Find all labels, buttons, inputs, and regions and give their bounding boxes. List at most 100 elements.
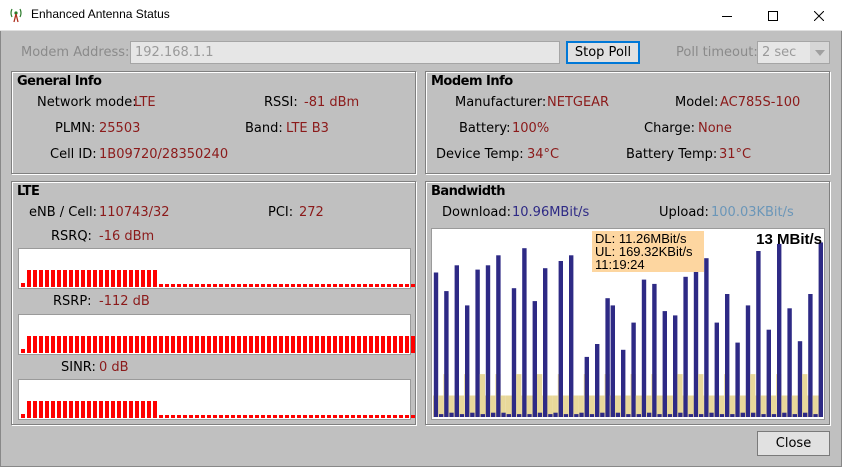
- chart-tooltip: DL: 11.26MBit/s UL: 169.32KBit/s 11:19:2…: [592, 231, 704, 272]
- signal-bar: [303, 415, 307, 418]
- signal-bar: [351, 336, 355, 353]
- signal-bar: [345, 415, 349, 418]
- download-bar: [475, 269, 480, 417]
- rsrp-bars: [21, 336, 417, 353]
- download-bar: [745, 305, 751, 417]
- download-bar: [725, 294, 730, 417]
- signal-bar: [369, 284, 373, 287]
- signal-bar: [159, 415, 163, 418]
- close-button[interactable]: Close: [757, 431, 830, 456]
- signal-bar: [351, 284, 355, 287]
- signal-bar: [93, 270, 97, 287]
- upload-value: 100.03KBit/s: [711, 205, 794, 220]
- signal-bar: [381, 415, 385, 418]
- signal-bar: [357, 415, 361, 418]
- download-bar: [683, 276, 688, 417]
- upload-bar: [526, 395, 532, 417]
- signal-bar: [69, 336, 73, 353]
- poll-timeout-select[interactable]: 2 sec: [757, 41, 830, 64]
- signal-bar: [153, 336, 157, 353]
- bandwidth-chart: DL: 11.26MBit/s UL: 169.32KBit/s 11:19:2…: [431, 228, 825, 420]
- signal-bar: [369, 336, 373, 353]
- modem-address-input[interactable]: 192.168.1.1: [130, 41, 560, 64]
- rsrp-label: RSRP:: [53, 294, 92, 309]
- signal-bar: [99, 270, 103, 287]
- download-bar: [777, 243, 782, 417]
- signal-bar: [33, 336, 37, 353]
- signal-bar: [105, 270, 109, 287]
- download-bar: [569, 255, 574, 417]
- signal-bar: [345, 336, 349, 353]
- signal-bar: [207, 336, 211, 353]
- upload-bar: [677, 374, 683, 417]
- signal-bar: [141, 401, 145, 418]
- signal-bar: [279, 415, 283, 418]
- manufacturer-value: NETGEAR: [547, 95, 610, 110]
- upload-bar: [729, 395, 735, 417]
- general-info-title: General Info: [17, 74, 102, 89]
- download-bar: [439, 414, 444, 417]
- minimize-icon: [722, 15, 732, 17]
- close-icon: [814, 10, 824, 21]
- download-bar: [563, 414, 569, 417]
- signal-bar: [279, 284, 283, 287]
- download-bar: [714, 322, 719, 417]
- signal-bar: [363, 284, 367, 287]
- signal-bar: [225, 284, 229, 287]
- signal-bar: [81, 336, 85, 353]
- upload-bar: [438, 395, 444, 417]
- plmn-value: 25503: [99, 121, 141, 136]
- manufacturer-label: Manufacturer:: [455, 95, 547, 110]
- signal-bar: [261, 336, 265, 353]
- signal-bar: [297, 284, 301, 287]
- signal-bar: [189, 336, 193, 353]
- upload-bar: [698, 374, 704, 417]
- signal-bar: [147, 336, 151, 353]
- cell-id-value: 1B09720/28350240: [99, 147, 229, 162]
- download-bar: [792, 414, 797, 417]
- signal-bar: [27, 401, 31, 418]
- signal-bar: [267, 284, 271, 287]
- signal-bar: [81, 270, 85, 287]
- signal-bar: [327, 336, 331, 353]
- close-window-button[interactable]: [796, 0, 842, 31]
- signal-bar: [111, 336, 115, 353]
- sinr-bars: [21, 401, 417, 418]
- download-bar: [699, 414, 704, 417]
- minimize-button[interactable]: [704, 0, 750, 31]
- download-bar: [667, 414, 673, 417]
- signal-bar: [243, 284, 247, 287]
- download-bar: [693, 265, 699, 417]
- rsrq-value: -16 dBm: [99, 229, 155, 244]
- signal-bar: [231, 415, 235, 418]
- download-bar: [454, 265, 459, 417]
- signal-bar: [147, 401, 151, 418]
- sinr-value: 0 dB: [99, 360, 129, 375]
- signal-bar: [213, 415, 217, 418]
- signal-bar: [399, 336, 403, 353]
- download-bar: [610, 305, 615, 417]
- model-value: AC785S-100: [720, 95, 801, 110]
- battery-value: 100%: [512, 121, 550, 136]
- signal-bar: [63, 401, 67, 418]
- window-title: Enhanced Antenna Status: [31, 7, 170, 21]
- signal-bar: [33, 270, 37, 287]
- rsrp-value: -112 dB: [99, 294, 150, 309]
- signal-bar: [159, 336, 163, 353]
- signal-bar: [45, 401, 49, 418]
- signal-bar: [321, 415, 325, 418]
- download-bar: [522, 248, 527, 417]
- pci-label: PCI:: [268, 205, 294, 220]
- download-bar: [558, 261, 563, 417]
- stop-poll-button[interactable]: Stop Poll: [566, 41, 640, 64]
- download-bar: [735, 342, 740, 417]
- signal-bar: [201, 415, 205, 418]
- download-bar: [480, 414, 485, 417]
- download-bar: [605, 298, 610, 417]
- signal-bar: [255, 284, 259, 287]
- signal-bar: [267, 336, 271, 353]
- band-label: Band:: [245, 121, 283, 136]
- maximize-button[interactable]: [750, 0, 796, 31]
- signal-bar: [195, 284, 199, 287]
- chart-scale-label: 13 MBit/s: [756, 231, 822, 248]
